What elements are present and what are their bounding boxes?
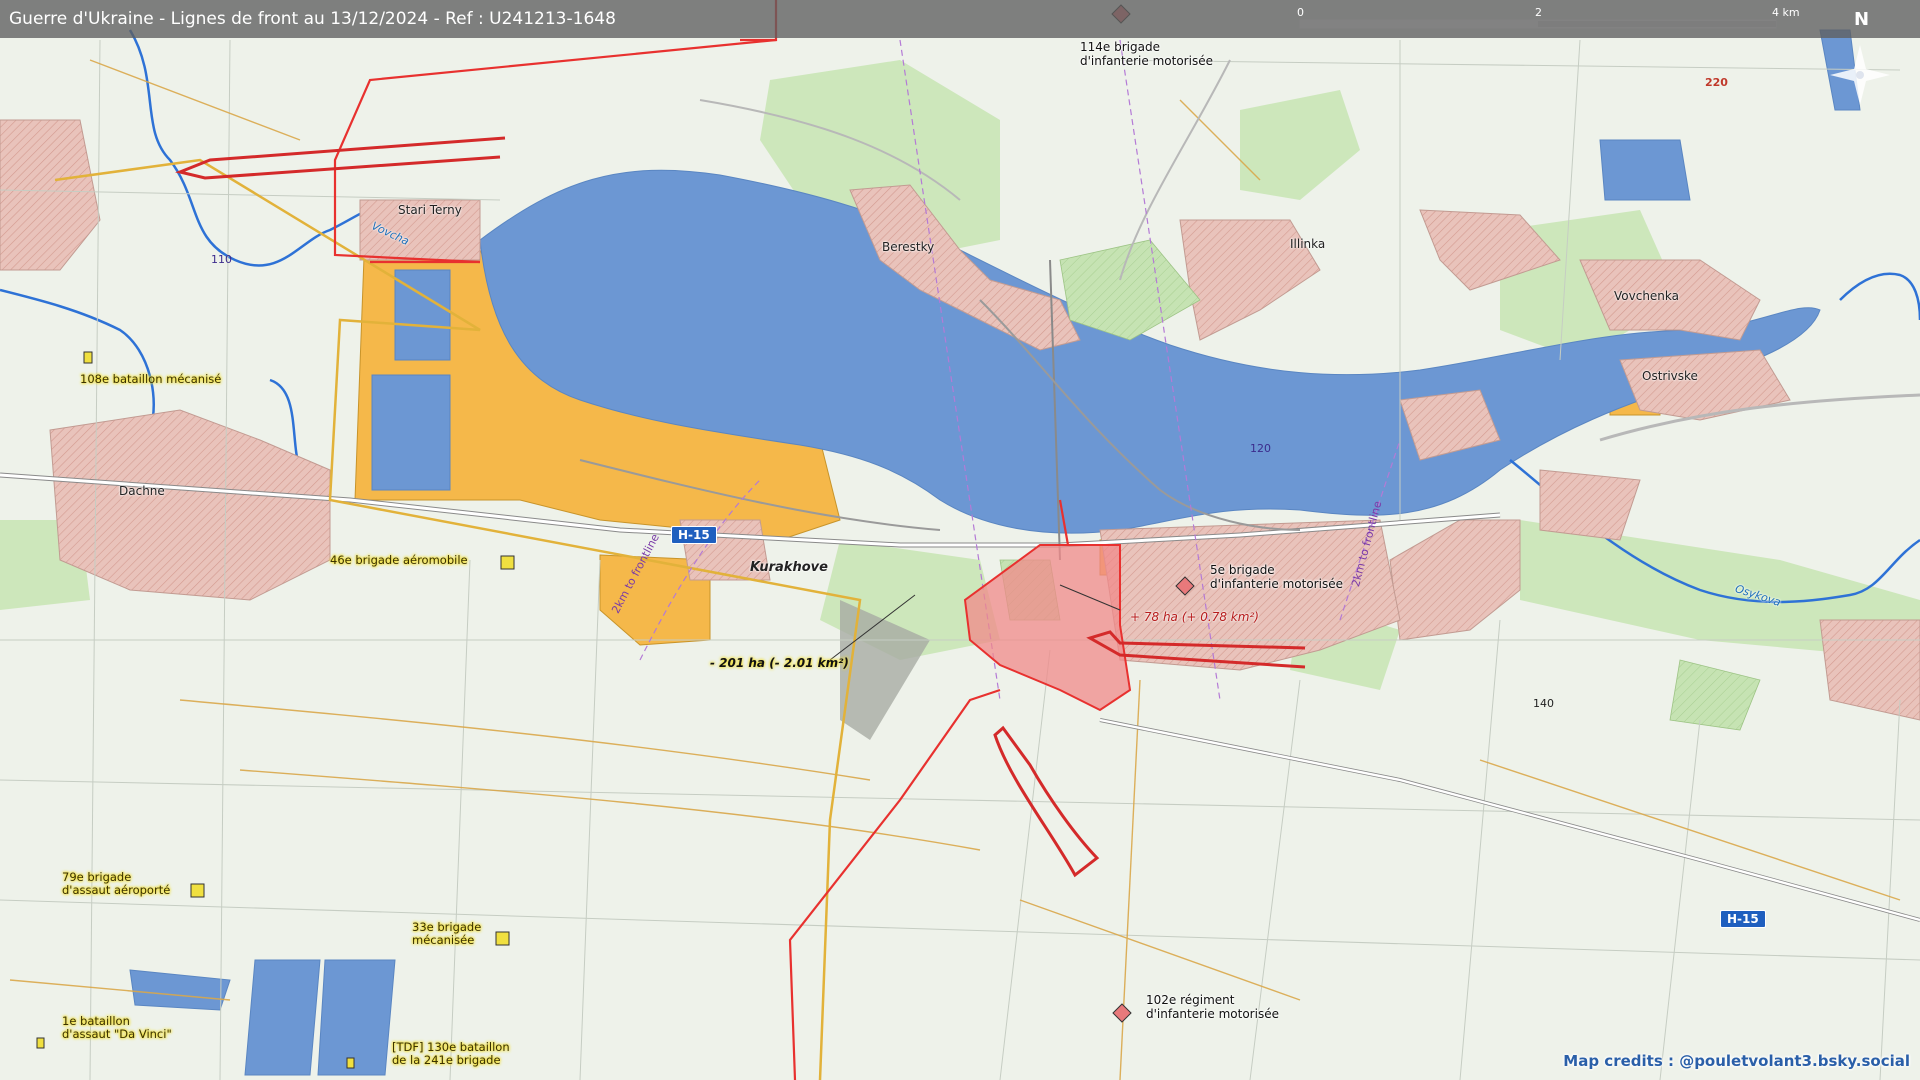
map-view[interactable]: Guerre d'Ukraine - Lignes de front au 13… [0,0,1920,1080]
place-dachne: Dachne [119,484,165,498]
road-number-110: 110 [211,253,232,266]
map-credits: Map credits : @pouletvolant3.bsky.social [1563,1052,1910,1070]
scale-label-0: 0 [1297,6,1304,19]
unit-5-label: 5e brigade d'infanterie motorisée [1210,563,1343,591]
map-title: Guerre d'Ukraine - Lignes de front au 13… [9,9,616,29]
road-sign-h15-west: H-15 [671,526,717,544]
unit-tdf-label: [TDF] 130e bataillon de la 241e brigade [392,1040,510,1068]
title-bar: Guerre d'Ukraine - Lignes de front au 13… [0,0,1920,38]
unit-102-label: 102e régiment d'infanterie motorisée [1146,993,1279,1021]
unit-108-label: 108e bataillon mécanisé [80,372,222,386]
road-number-220: 220 [1705,76,1728,89]
area-gain-label: + 78 ha (+ 0.78 km²) [1130,610,1259,624]
unit-46-label: 46e brigade aéromobile [330,553,468,567]
unit-33-label: 33e brigade mécanisée [412,920,482,948]
ukrainian-unit-33-icon [495,931,510,946]
unit-1-label: 1e bataillon d'assaut "Da Vinci" [62,1014,172,1042]
ukrainian-unit-1-icon [36,1037,45,1049]
place-berestky: Berestky [882,240,935,254]
place-kurakhove: Kurakhove [750,560,828,575]
scale-label-2: 2 [1535,6,1542,19]
scale-label-4: 4 km [1772,6,1800,19]
ukrainian-unit-tdf-icon [346,1057,355,1069]
road-sign-h15-east: H-15 [1720,910,1766,928]
north-indicator: N [1854,9,1870,30]
unit-114-label: 114e brigade d'infanterie motorisée [1080,40,1213,68]
place-vovchenka: Vovchenka [1614,289,1680,303]
ukrainian-unit-108-icon [83,351,93,364]
map-canvas[interactable] [0,0,1920,1080]
area-loss-label: - 201 ha (- 2.01 km²) [710,656,849,670]
unit-79-label: 79e brigade d'assaut aéroporté [62,870,171,898]
ukrainian-unit-46-icon [500,555,515,570]
place-stari-terny: Stari Terny [398,203,462,217]
ukrainian-unit-79-icon [190,883,205,898]
road-number-120: 120 [1250,442,1271,455]
elevation-140: 140 [1533,697,1554,710]
place-illinka: Illinka [1290,237,1326,251]
place-ostrivske: Ostrivske [1642,369,1698,383]
